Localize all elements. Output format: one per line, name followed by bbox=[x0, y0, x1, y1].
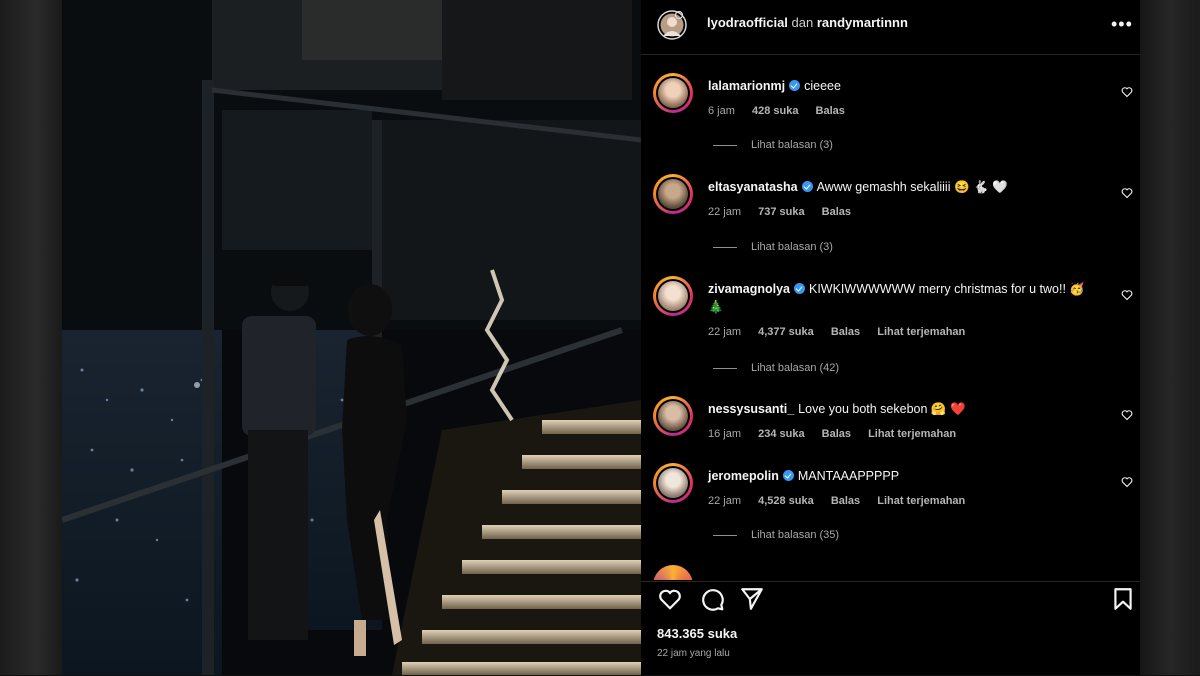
more-dots-icon[interactable]: ••• bbox=[1111, 12, 1133, 36]
verified-badge-icon bbox=[782, 470, 794, 481]
view-replies-link[interactable]: Lihat balasan (3) bbox=[713, 241, 833, 253]
comment-avatar[interactable] bbox=[653, 396, 693, 436]
comment-icon[interactable] bbox=[699, 586, 725, 612]
comment-text: Love you both sekebon 🤗 ❤️ bbox=[798, 402, 966, 416]
view-replies-label: Lihat balasan (3) bbox=[751, 139, 833, 151]
comment-username[interactable]: zivamagnolya bbox=[708, 282, 790, 296]
comment-time: 6 jam bbox=[708, 105, 735, 117]
heart-outline-icon[interactable] bbox=[1121, 187, 1133, 199]
collab-username[interactable]: randymartinnn bbox=[817, 15, 908, 30]
view-replies-label: Lihat balasan (3) bbox=[751, 241, 833, 253]
collab-joiner: dan bbox=[791, 15, 814, 30]
comment-time: 22 jam bbox=[708, 206, 742, 218]
post-header: lyodraofficial dan randymartinnn ••• bbox=[641, 0, 1140, 55]
left-blur-backdrop bbox=[0, 0, 62, 675]
heart-outline-icon[interactable] bbox=[1121, 289, 1133, 301]
comment-username[interactable]: eltasyanatasha bbox=[708, 180, 798, 194]
comment-time: 22 jam bbox=[708, 495, 742, 507]
heart-outline-icon[interactable] bbox=[1121, 409, 1133, 421]
reply-button[interactable]: Balas bbox=[822, 206, 851, 218]
send-icon[interactable] bbox=[739, 586, 765, 612]
heart-outline-icon[interactable] bbox=[1121, 86, 1133, 98]
reply-button[interactable]: Balas bbox=[816, 105, 845, 117]
comments-list[interactable]: lalamarionmj cieeee 6 jam 428 suka Balas … bbox=[641, 55, 1140, 580]
comment-likes[interactable]: 4,528 suka bbox=[758, 495, 814, 507]
bookmark-icon[interactable] bbox=[1110, 586, 1136, 612]
comment-likes[interactable]: 234 suka bbox=[758, 428, 804, 440]
comment-avatar[interactable] bbox=[653, 73, 693, 113]
owner-avatar[interactable] bbox=[657, 10, 687, 40]
verified-badge-icon bbox=[801, 181, 813, 192]
comment-text-line: jeromepolin MANTAAAPPPPP bbox=[708, 467, 1103, 485]
post-time-ago: 22 jam yang lalu bbox=[657, 648, 730, 659]
comment-text-line: eltasyanatasha Awww gemashh sekaliiii 😆 🐇… bbox=[708, 178, 1103, 196]
heart-icon[interactable] bbox=[657, 586, 683, 612]
view-replies-label: Lihat balasan (35) bbox=[751, 529, 840, 541]
comment-username[interactable]: jeromepolin bbox=[708, 469, 779, 483]
comment-text-line: zivamagnolya KIWKIWWWWWW merry christmas … bbox=[708, 280, 1103, 316]
post-actions-bar: 843.365 suka 22 jam yang lalu bbox=[641, 581, 1140, 676]
translate-button[interactable]: Lihat terjemahan bbox=[877, 326, 965, 338]
view-replies-link[interactable]: Lihat balasan (42) bbox=[713, 362, 839, 374]
comment-text: cieeee bbox=[804, 79, 841, 93]
comment-avatar-partial bbox=[653, 565, 693, 580]
view-replies-link[interactable]: Lihat balasan (3) bbox=[713, 139, 833, 151]
comment-avatar[interactable] bbox=[653, 463, 693, 503]
comment-avatar[interactable] bbox=[653, 174, 693, 214]
comment-meta: 22 jam 737 suka Balas bbox=[708, 206, 865, 218]
reply-button[interactable]: Balas bbox=[822, 428, 851, 440]
post-photo bbox=[62, 0, 641, 675]
view-replies-link[interactable]: Lihat balasan (35) bbox=[713, 529, 839, 541]
verified-badge-icon bbox=[789, 80, 801, 91]
comment-time: 16 jam bbox=[708, 428, 742, 440]
comment-meta: 22 jam 4,528 suka Balas Lihat terjemahan bbox=[708, 495, 979, 507]
comment-meta: 16 jam 234 suka Balas Lihat terjemahan bbox=[708, 428, 970, 440]
likes-count[interactable]: 843.365 suka bbox=[657, 626, 737, 641]
reply-button[interactable]: Balas bbox=[831, 495, 860, 507]
comment-meta: 6 jam 428 suka Balas bbox=[708, 105, 859, 117]
translate-button[interactable]: Lihat terjemahan bbox=[868, 428, 956, 440]
comment-username[interactable]: nessysusanti_ bbox=[708, 402, 794, 416]
post-owner-line: lyodraofficial dan randymartinnn bbox=[707, 15, 908, 30]
comment-likes[interactable]: 737 suka bbox=[758, 206, 804, 218]
comment-time: 22 jam bbox=[708, 326, 742, 338]
right-blur-backdrop bbox=[1140, 0, 1200, 675]
translate-button[interactable]: Lihat terjemahan bbox=[877, 495, 965, 507]
comment-text: Awww gemashh sekaliiii 😆 🐇 🤍 bbox=[816, 180, 1008, 194]
comment-likes[interactable]: 428 suka bbox=[752, 105, 798, 117]
comment-username[interactable]: lalamarionmj bbox=[708, 79, 785, 93]
instagram-post-panel: lyodraofficial dan randymartinnn ••• lal… bbox=[641, 0, 1140, 675]
comment-text: MANTAAAPPPPP bbox=[797, 469, 900, 483]
comment-text-line: nessysusanti_ Love you both sekebon 🤗 ❤️ bbox=[708, 400, 1103, 418]
reply-button[interactable]: Balas bbox=[831, 326, 860, 338]
verified-badge-icon bbox=[793, 283, 805, 294]
comment-likes[interactable]: 4,377 suka bbox=[758, 326, 814, 338]
view-replies-label: Lihat balasan (42) bbox=[751, 362, 840, 374]
comment-text-line: lalamarionmj cieeee bbox=[708, 77, 1103, 95]
comment-avatar[interactable] bbox=[653, 276, 693, 316]
owner-username[interactable]: lyodraofficial bbox=[707, 15, 788, 30]
heart-outline-icon[interactable] bbox=[1121, 476, 1133, 488]
comment-meta: 22 jam 4,377 suka Balas Lihat terjemahan bbox=[708, 326, 979, 338]
